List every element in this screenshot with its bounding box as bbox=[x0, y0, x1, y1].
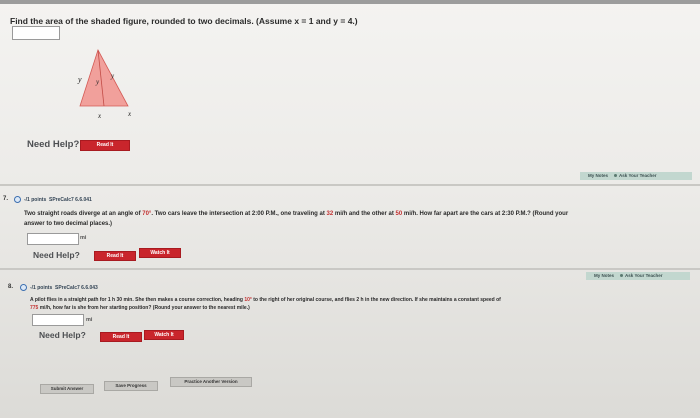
q3-number: 8. bbox=[8, 284, 14, 290]
q3-text-line-2: 775 mi/h, how far is she from her starti… bbox=[30, 304, 250, 313]
practice-another-version-button[interactable]: Practice Another Version bbox=[170, 377, 252, 387]
assignment-page: Find the area of the shaded figure, roun… bbox=[0, 0, 700, 418]
q3-text-part-a: A pilot flies in a straight path for 1 h… bbox=[30, 297, 245, 303]
q3-answer-input[interactable] bbox=[32, 314, 84, 326]
q2-status-icon bbox=[14, 196, 21, 203]
q3-tab-strip: My Notes Ask Your Teacher bbox=[586, 272, 690, 280]
question-top-border bbox=[0, 0, 700, 4]
q2-text-part-c: mi/h and the other at bbox=[333, 211, 396, 217]
q2-points: -/1 points bbox=[24, 197, 47, 203]
label-x-right: x bbox=[127, 110, 132, 118]
label-x-bottom: x bbox=[97, 112, 102, 120]
q2-read-it-button[interactable]: Read It bbox=[94, 251, 136, 261]
label-y-right: y bbox=[110, 72, 115, 80]
q2-number: 7. bbox=[3, 196, 9, 202]
q3-my-notes-tab[interactable]: My Notes bbox=[594, 273, 614, 278]
q2-unit: mi bbox=[80, 235, 87, 241]
q3-status-icon bbox=[20, 284, 27, 291]
plus-icon bbox=[620, 274, 624, 278]
q1-answer-input[interactable] bbox=[12, 26, 60, 40]
submit-answer-button[interactable]: Submit Answer bbox=[40, 384, 94, 394]
q2-need-help: Need Help? bbox=[33, 250, 80, 260]
q3-text-part-c: mi/h, how far is she from her starting p… bbox=[38, 305, 250, 311]
q2-code[interactable]: SPreCalc7 6.6.041 bbox=[49, 197, 92, 203]
q2-text-part-d: mi/h. How far apart are the cars at 2:30… bbox=[402, 211, 569, 217]
q2-header: -/1 points SPreCalc7 6.6.041 bbox=[24, 197, 92, 203]
q2-answer-input[interactable] bbox=[27, 233, 79, 245]
q2-text-line-2: answer to two decimal places.) bbox=[24, 221, 113, 227]
q1-read-it-button[interactable]: Read It bbox=[80, 140, 130, 151]
q3-ask-teacher-tab[interactable]: Ask Your Teacher bbox=[625, 273, 663, 278]
q3-watch-it-button[interactable]: Watch It bbox=[144, 330, 184, 340]
q2-tab-strip: My Notes Ask Your Teacher bbox=[580, 172, 692, 180]
q2-text-part-b: . Two cars leave the intersection at 2:0… bbox=[151, 211, 327, 217]
q1-prompt: Find the area of the shaded figure, roun… bbox=[10, 16, 358, 26]
shaded-triangle-figure: y y y x x bbox=[77, 48, 132, 120]
q3-header: -/1 points SPreCalc7 6.6.043 bbox=[30, 285, 98, 291]
q2-ask-teacher-tab[interactable]: Ask Your Teacher bbox=[619, 173, 657, 178]
separator-2 bbox=[0, 268, 700, 270]
q3-angle-value: 10° bbox=[244, 297, 252, 303]
plus-icon bbox=[614, 174, 618, 178]
q2-my-notes-tab[interactable]: My Notes bbox=[588, 173, 608, 178]
q3-unit: mi bbox=[86, 317, 93, 323]
q2-watch-it-button[interactable]: Watch It bbox=[139, 248, 181, 258]
q2-angle-value: 70° bbox=[142, 211, 152, 217]
q2-text-line-1: Two straight roads diverge at an angle o… bbox=[24, 210, 568, 219]
q2-text-part-a: Two straight roads diverge at an angle o… bbox=[24, 211, 143, 217]
separator-1 bbox=[0, 184, 700, 186]
q1-need-help: Need Help? bbox=[27, 139, 80, 150]
save-progress-button[interactable]: Save Progress bbox=[104, 381, 158, 391]
q3-code[interactable]: SPreCalc7 6.6.043 bbox=[55, 285, 98, 291]
q3-read-it-button[interactable]: Read It bbox=[100, 332, 142, 342]
q3-need-help: Need Help? bbox=[39, 330, 86, 340]
q3-text-part-b: to the right of her original course, and… bbox=[251, 297, 501, 303]
q3-points: -/1 points bbox=[30, 285, 53, 291]
shaded-region bbox=[79, 48, 129, 107]
label-y-left: y bbox=[77, 75, 82, 84]
